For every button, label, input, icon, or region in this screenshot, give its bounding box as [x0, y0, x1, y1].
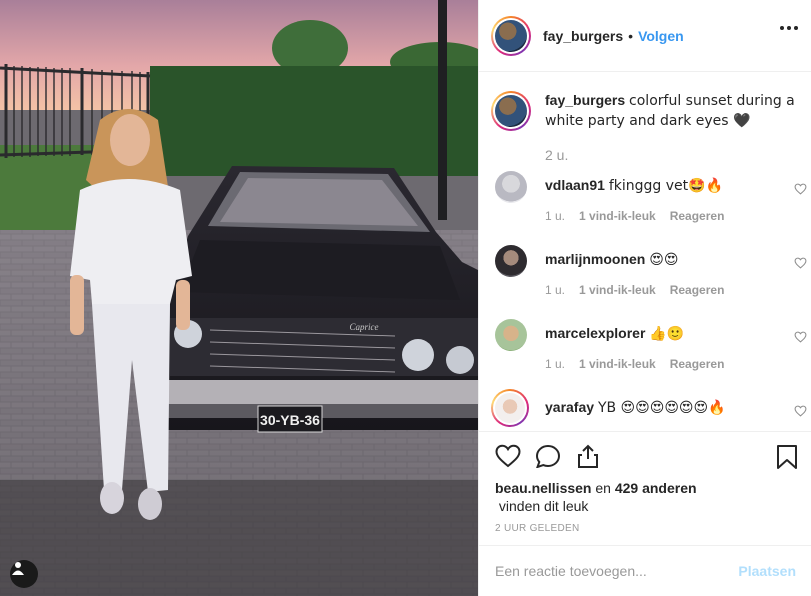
caption-time[interactable]: 2 u. — [545, 147, 568, 163]
comment-likes[interactable]: 1 vind-ik-leuk — [579, 283, 656, 297]
comment-text: fkinggg vet🤩🔥 — [608, 178, 723, 194]
bookmark-icon[interactable] — [776, 444, 798, 470]
more-options-icon[interactable] — [780, 26, 798, 30]
comment-avatar[interactable] — [495, 245, 527, 277]
likes-suffix: vinden dit leuk — [498, 498, 589, 514]
author-username[interactable]: fay_burgers — [543, 28, 623, 44]
post-header: fay_burgers • Volgen — [479, 0, 811, 72]
post-photo[interactable]: 30-YB-36 Caprice — [0, 0, 478, 596]
comment-text: YB 😍😍😍😍😍😍🔥 — [597, 400, 726, 416]
comment-icon[interactable] — [535, 444, 561, 468]
post-comment-button[interactable]: Plaatsen — [738, 563, 796, 579]
comment-username[interactable]: marlijnmoonen — [545, 251, 645, 267]
add-comment-form: Plaatsen — [479, 545, 811, 596]
photo-image: 30-YB-36 Caprice — [0, 0, 478, 596]
user-tag-icon — [12, 562, 24, 575]
post-caption: fay_burgers colorful sunset during a whi… — [491, 91, 801, 131]
comment-username[interactable]: vdlaan91 — [545, 177, 605, 193]
heart-icon[interactable] — [495, 444, 521, 468]
comment-avatar[interactable] — [495, 319, 527, 351]
share-icon[interactable] — [575, 444, 601, 468]
user-tag-button[interactable] — [10, 560, 38, 588]
likes-connector: en — [595, 480, 611, 496]
comment-like-icon[interactable] — [794, 331, 807, 343]
post-actions: beau.nellissen en 429 anderen vinden dit… — [479, 431, 811, 545]
comment-time[interactable]: 1 u. — [545, 357, 565, 371]
comment-text: 😍😍 — [649, 252, 679, 268]
comment-time[interactable]: 1 u. — [545, 283, 565, 297]
likes-others[interactable]: 429 anderen — [615, 480, 697, 496]
comment-username[interactable]: yarafay — [545, 399, 594, 415]
author-avatar[interactable] — [491, 15, 531, 56]
caption-username[interactable]: fay_burgers — [545, 92, 625, 108]
follow-button[interactable]: Volgen — [638, 28, 684, 44]
comments-section[interactable]: fay_burgers colorful sunset during a whi… — [479, 73, 811, 431]
reply-button[interactable]: Reageren — [670, 357, 725, 371]
comment-text: 👍🙂 — [649, 326, 685, 342]
comment-username[interactable]: marcelexplorer — [545, 325, 645, 341]
reply-button[interactable]: Reageren — [670, 283, 725, 297]
comment-likes[interactable]: 1 vind-ik-leuk — [579, 209, 656, 223]
post-side-panel: fay_burgers • Volgen fay_burgers colorfu… — [478, 0, 811, 596]
comment-avatar[interactable] — [495, 171, 527, 203]
comment-time[interactable]: 1 u. — [545, 209, 565, 223]
liker-username[interactable]: beau.nellissen — [495, 480, 591, 496]
comment-like-icon[interactable] — [794, 405, 807, 417]
comment-input[interactable] — [495, 563, 715, 579]
caption-avatar[interactable] — [491, 91, 531, 131]
likes-summary: beau.nellissen en 429 anderen vinden dit… — [495, 479, 697, 515]
comment-like-icon[interactable] — [794, 257, 807, 269]
car-badge: Caprice — [350, 322, 379, 332]
comment-like-icon[interactable] — [794, 183, 807, 195]
post-timestamp[interactable]: 2 UUR GELEDEN — [495, 523, 579, 534]
comment-likes[interactable]: 1 vind-ik-leuk — [579, 357, 656, 371]
separator-dot: • — [628, 27, 634, 44]
reply-button[interactable]: Reageren — [670, 209, 725, 223]
comment-avatar[interactable] — [491, 389, 529, 427]
license-plate: 30-YB-36 — [260, 412, 320, 428]
